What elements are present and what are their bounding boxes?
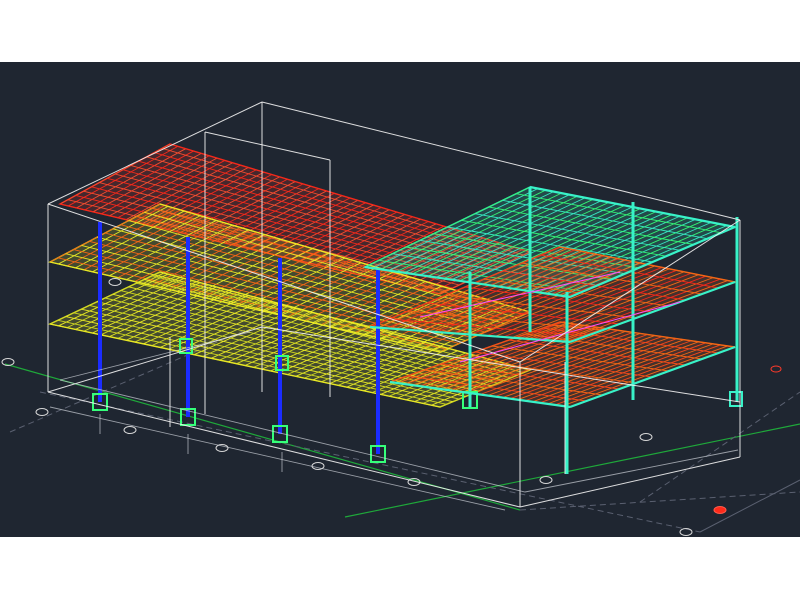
page [0, 0, 800, 600]
red-grid-bubble-icon [713, 506, 727, 514]
structural-3d-model[interactable] [0, 62, 800, 537]
cad-3d-viewport[interactable] [0, 62, 800, 537]
